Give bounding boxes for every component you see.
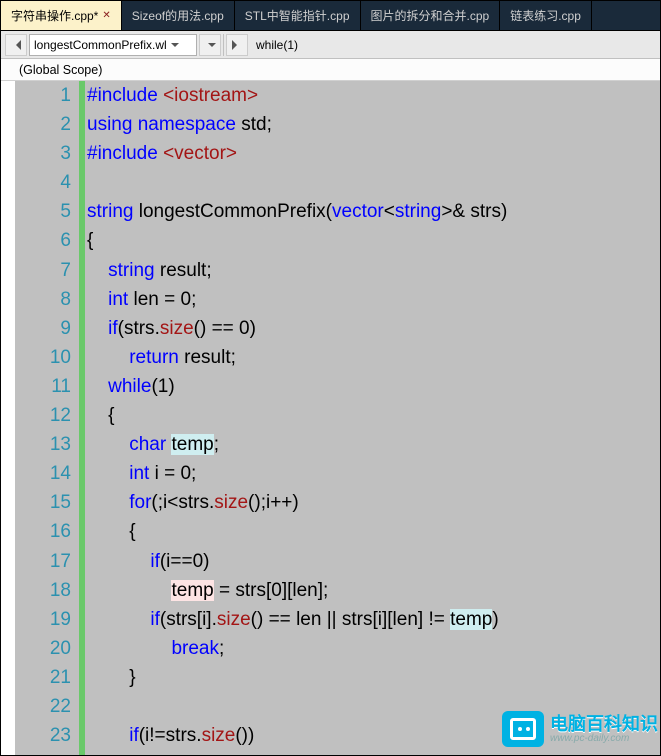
code-line[interactable]: } xyxy=(85,663,660,692)
code-editor[interactable]: 1234567891011121314151617181920212223 -#… xyxy=(15,81,660,755)
arrow-left-icon xyxy=(11,40,21,50)
code-line[interactable]: #include <vector> xyxy=(85,139,660,168)
code-line[interactable]: if(i==0) xyxy=(85,547,660,576)
editor-tabs: 字符串操作.cpp* ✕ Sizeof的用法.cpp STL中智能指针.cpp 图片的拆… xyxy=(1,1,660,31)
code-line[interactable]: string result; xyxy=(85,256,660,285)
code-line[interactable]: if(strs.size() == 0) xyxy=(85,314,660,343)
line-number: 20 xyxy=(15,634,71,663)
code-line[interactable]: char temp; xyxy=(85,430,660,459)
line-number: 4 xyxy=(15,168,71,197)
tab-label: 字符串操作.cpp* xyxy=(11,7,98,24)
code-line[interactable]: break; xyxy=(85,634,660,663)
code-line[interactable]: return result; xyxy=(85,343,660,372)
watermark: 电脑百科知识 www.pc-daily.com xyxy=(500,709,660,749)
line-number: 7 xyxy=(15,256,71,285)
code-line[interactable]: using namespace std; xyxy=(85,110,660,139)
nav-forward-button[interactable] xyxy=(226,34,248,56)
editor-tab[interactable]: Sizeof的用法.cpp xyxy=(122,1,235,30)
line-number: 14 xyxy=(15,459,71,488)
watermark-url: www.pc-daily.com xyxy=(550,733,658,744)
nav-bar: longestCommonPrefix.wl while(1) xyxy=(1,31,660,59)
code-line[interactable]: temp = strs[0][len]; xyxy=(85,576,660,605)
code-line[interactable]: int len = 0; xyxy=(85,285,660,314)
line-number: 8 xyxy=(15,285,71,314)
line-number: 2 xyxy=(15,110,71,139)
editor-tab[interactable]: 字符串操作.cpp* ✕ xyxy=(1,1,122,30)
code-line[interactable]: if(strs[i].size() == len || strs[i][len]… xyxy=(85,605,660,634)
nav-back-button[interactable] xyxy=(5,34,27,56)
line-number: 19 xyxy=(15,605,71,634)
scope-bar[interactable]: (Global Scope) xyxy=(1,59,660,81)
line-number: 11 xyxy=(15,372,71,401)
line-number: 21 xyxy=(15,663,71,692)
code-line[interactable]: for(;i<strs.size();i++) xyxy=(85,488,660,517)
line-number: 5 xyxy=(15,197,71,226)
close-icon[interactable]: ✕ xyxy=(102,10,110,21)
context-function-label[interactable]: while(1) xyxy=(256,38,298,52)
editor-tab[interactable]: 图片的拆分和合并.cpp xyxy=(361,1,501,30)
nav-separator xyxy=(223,34,224,56)
editor-tab[interactable]: STL中智能指针.cpp xyxy=(235,1,361,30)
line-number: 3 xyxy=(15,139,71,168)
code-line[interactable]: { xyxy=(85,401,660,430)
code-line[interactable]: { xyxy=(85,226,660,255)
code-column[interactable]: -#include <iostream>using namespace std;… xyxy=(85,81,660,755)
code-line[interactable]: -string longestCommonPrefix(vector<strin… xyxy=(85,197,660,226)
code-line[interactable]: -#include <iostream> xyxy=(85,81,660,110)
line-number: 1 xyxy=(15,81,71,110)
line-number: 23 xyxy=(15,721,71,750)
scope-combo[interactable]: longestCommonPrefix.wl xyxy=(29,34,197,56)
tab-label: Sizeof的用法.cpp xyxy=(132,7,224,24)
arrow-right-icon xyxy=(232,40,242,50)
code-line[interactable]: { xyxy=(85,517,660,546)
editor-area: 1234567891011121314151617181920212223 -#… xyxy=(1,81,660,755)
watermark-title: 电脑百科知识 xyxy=(550,715,658,733)
tab-label: STL中智能指针.cpp xyxy=(245,7,350,24)
line-number: 22 xyxy=(15,692,71,721)
line-number: 16 xyxy=(15,517,71,546)
editor-tab[interactable]: 链表练习.cpp xyxy=(500,1,592,30)
line-number: 6 xyxy=(15,226,71,255)
line-number: 17 xyxy=(15,547,71,576)
editor-margin xyxy=(1,81,15,755)
chevron-down-icon xyxy=(171,43,179,51)
line-number: 10 xyxy=(15,343,71,372)
logo-icon xyxy=(502,711,544,747)
code-line[interactable]: while(1) xyxy=(85,372,660,401)
chevron-down-icon xyxy=(208,43,216,51)
tab-label: 图片的拆分和合并.cpp xyxy=(371,7,490,24)
line-number: 9 xyxy=(15,314,71,343)
code-line[interactable] xyxy=(85,168,660,197)
line-number: 13 xyxy=(15,430,71,459)
code-line[interactable]: int i = 0; xyxy=(85,459,660,488)
line-number: 15 xyxy=(15,488,71,517)
line-number-gutter: 1234567891011121314151617181920212223 xyxy=(15,81,79,755)
scope-combo-text: longestCommonPrefix.wl xyxy=(34,38,167,52)
scope-bar-label: (Global Scope) xyxy=(19,63,102,77)
line-number: 12 xyxy=(15,401,71,430)
line-number: 18 xyxy=(15,576,71,605)
tab-label: 链表练习.cpp xyxy=(510,7,581,24)
nav-history-button[interactable] xyxy=(199,34,221,56)
